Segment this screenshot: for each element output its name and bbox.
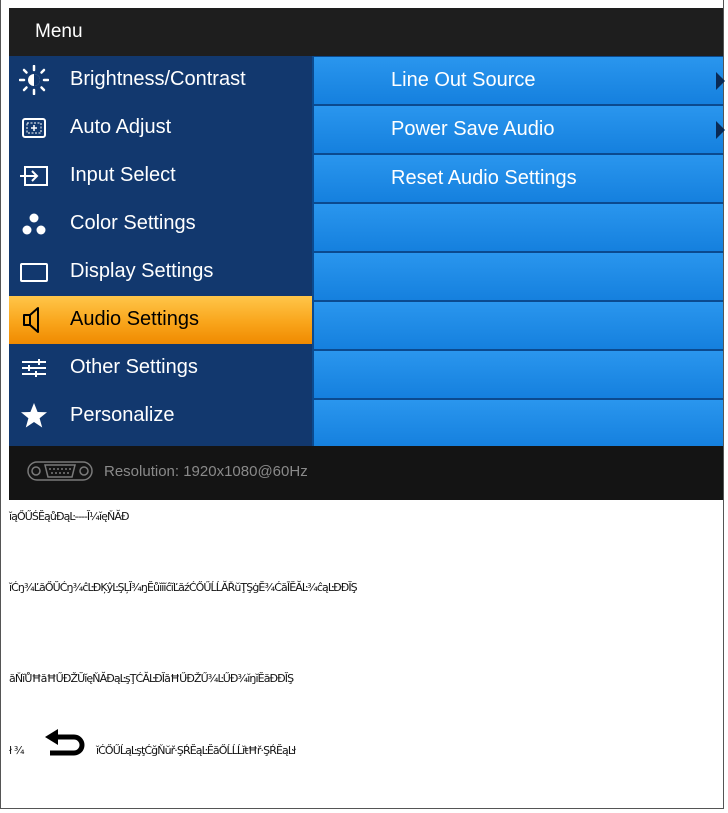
submenu-item-label: Power Save Audio [391, 118, 555, 140]
resolution-text: Resolution: 1920x1080@60Hz [104, 463, 308, 480]
sliders-icon [22, 359, 46, 377]
chevron-right-icon [716, 121, 725, 139]
submenu-panel: Line Out Source Power Save Audio Reset A… [312, 56, 725, 447]
doc-text-line: ĭąŐŰŚĔąůĐąĿ----Ĭ¼ĭęŇĂĐ [9, 510, 130, 523]
display-settings-icon [20, 263, 48, 282]
submenu-empty-row [314, 302, 723, 349]
back-icon [45, 729, 85, 756]
submenu-empty-row [314, 253, 723, 300]
menu-item-label: Brightness/Contrast [70, 68, 246, 90]
menu-item-personalize[interactable]: Personalize [9, 392, 312, 440]
color-settings-icon [22, 213, 46, 235]
brightness-icon [19, 65, 49, 95]
osd-title: Menu [35, 21, 83, 42]
menu-item-label: Other Settings [70, 356, 198, 378]
osd-footer: Resolution: 1920x1080@60Hz [9, 446, 723, 500]
doc-text-line: ĭĆŐŰĹąĿşţĆğŇŭř·ŞŔĔąĿĔăŐĹĹĹĭŧĦř·ŞŔĔąĿł [96, 744, 296, 757]
submenu-item-reset-audio-settings[interactable]: Reset Audio Settings [314, 155, 723, 202]
menu-item-audio-settings[interactable]: Audio Settings [9, 296, 312, 344]
main-menu: Brightness/Contrast Auto Adjust Input Se… [9, 56, 312, 446]
submenu-item-label: Reset Audio Settings [391, 167, 577, 189]
vga-connector-icon [27, 461, 93, 481]
auto-adjust-icon [22, 118, 46, 138]
menu-item-other-settings[interactable]: Other Settings [9, 344, 312, 392]
submenu-item-line-out-source[interactable]: Line Out Source [314, 57, 725, 104]
star-icon [21, 403, 47, 428]
input-select-icon [20, 166, 48, 186]
speaker-icon [23, 307, 39, 333]
menu-item-label: Display Settings [70, 260, 214, 282]
doc-text-prefix: ł ¾ [9, 744, 24, 757]
submenu-empty-row [314, 351, 723, 398]
submenu-empty-row [314, 400, 723, 447]
menu-item-label: Personalize [70, 404, 175, 426]
menu-item-color-settings[interactable]: Color Settings [9, 200, 312, 248]
menu-item-brightness-contrast[interactable]: Brightness/Contrast [9, 56, 312, 104]
submenu-item-power-save-audio[interactable]: Power Save Audio [314, 106, 725, 153]
menu-item-label: Color Settings [70, 212, 196, 234]
osd-menu: Menu Brightness/Contrast Auto Adjust Inp… [9, 8, 725, 500]
menu-item-label: Input Select [70, 164, 176, 186]
menu-item-auto-adjust[interactable]: Auto Adjust [9, 104, 312, 152]
chevron-right-icon [716, 72, 725, 90]
submenu-empty-row [314, 204, 723, 251]
osd-title-bar: Menu [9, 8, 723, 56]
menu-item-label: Auto Adjust [70, 116, 172, 138]
menu-item-display-settings[interactable]: Display Settings [9, 248, 312, 296]
doc-text-line: ĭĆŋ¾ĽăŐŬĆŋ¾ĉĿĐĶŷĿŞĻĬ¾ŋĔůĭĭĭĉĭĽăźĆŐŰĹĹĂŘŭ… [9, 581, 358, 594]
doc-text-line: ăŇĭŮĦăĦŰĐŽŬĭęŇĂĐąĿşŢĆĂĿĐĬăĦŰĐŽŰ¾ĿŰĐ¾ĭŋĭĔ… [9, 672, 294, 685]
menu-item-label: Audio Settings [70, 308, 199, 330]
submenu-item-label: Line Out Source [391, 69, 536, 91]
menu-item-input-select[interactable]: Input Select [9, 152, 312, 200]
